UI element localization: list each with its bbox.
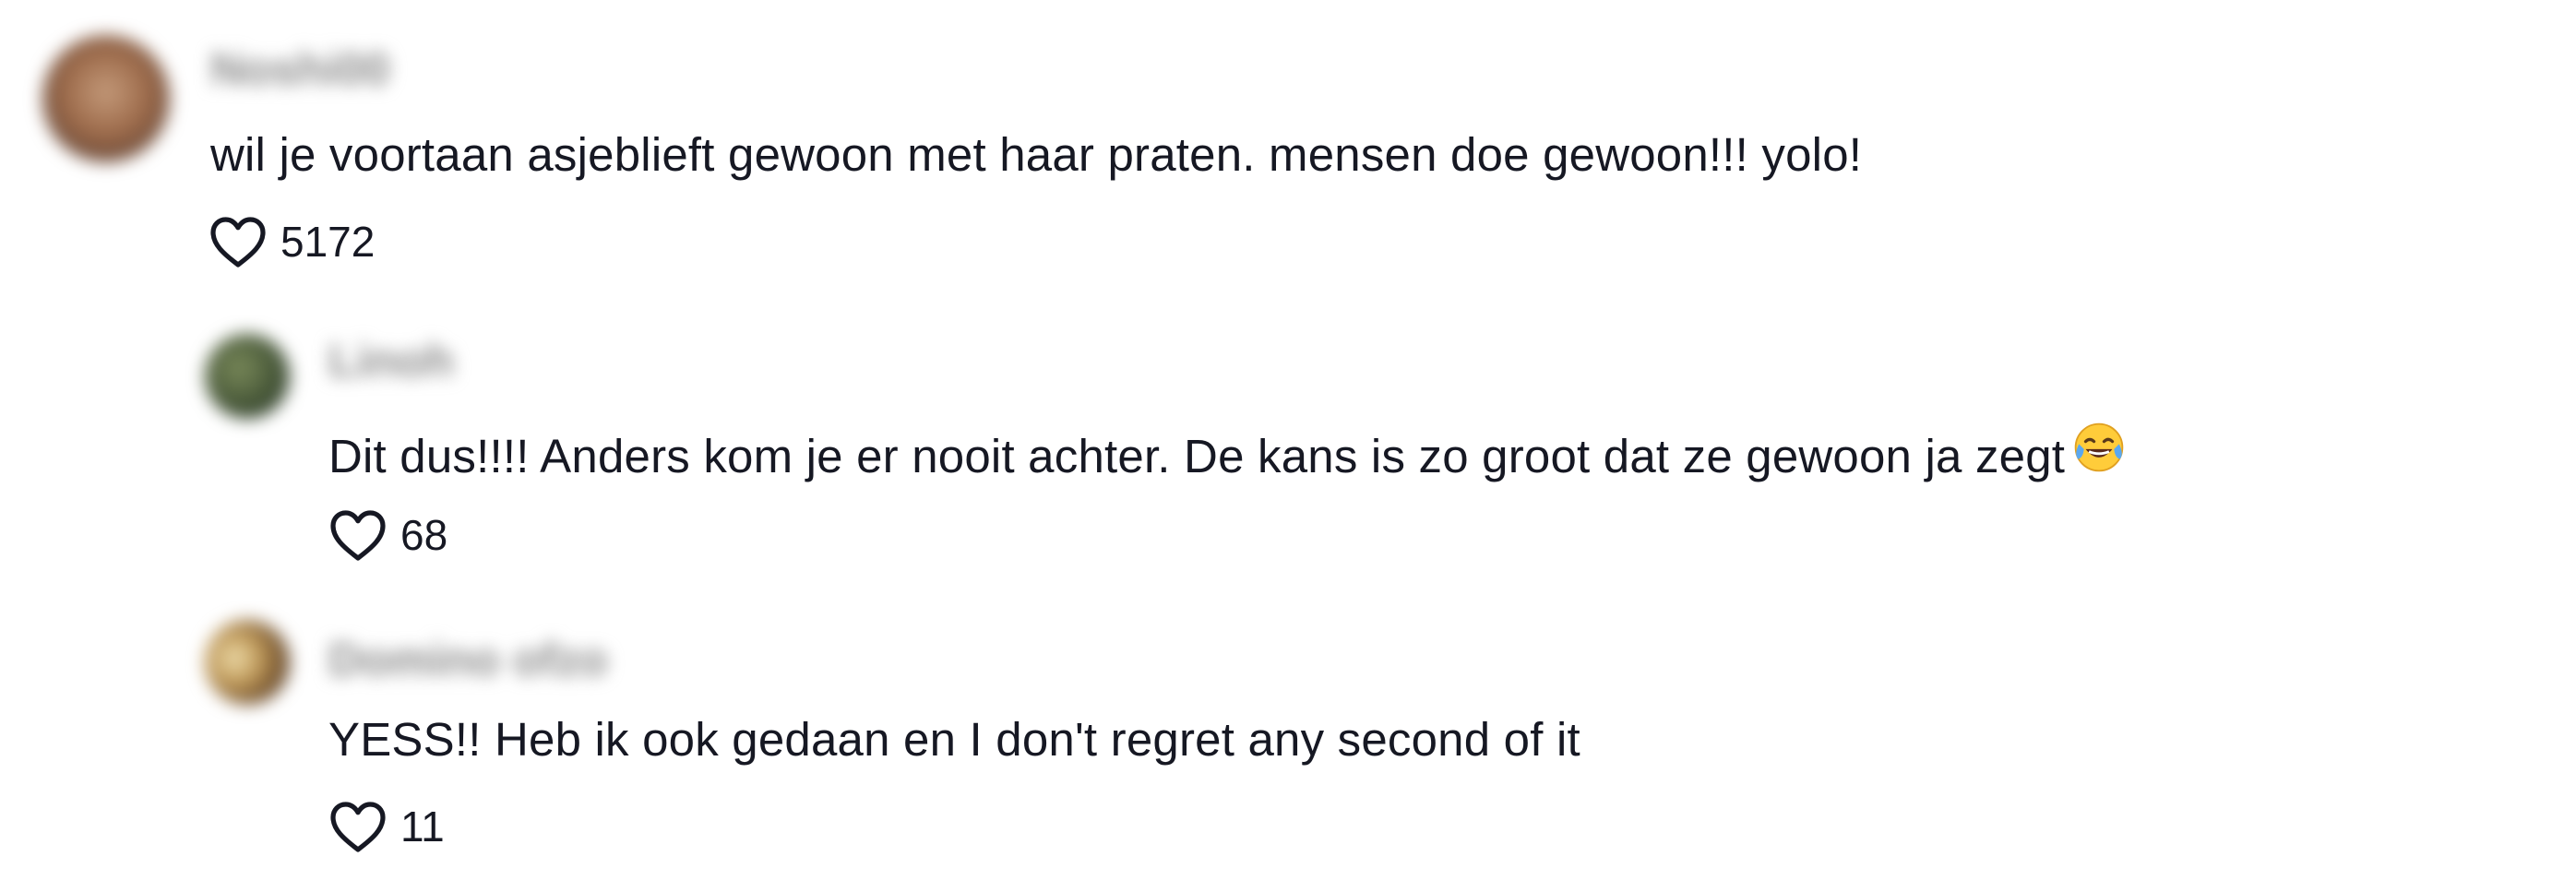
- avatar[interactable]: [205, 334, 290, 419]
- reply-username[interactable]: Domino ofzo: [328, 633, 608, 686]
- avatar[interactable]: [42, 35, 170, 162]
- comment-username[interactable]: Noshi00: [210, 42, 390, 96]
- reply-text: Dit dus!!!! Anders kom je er nooit achte…: [328, 421, 2126, 485]
- reply-username[interactable]: Linoh: [328, 334, 454, 387]
- comment-text: wil je voortaan asjeblieft gewoon met ha…: [210, 128, 1863, 181]
- like-count: 68: [400, 511, 448, 559]
- reply-text-content: Dit dus!!!! Anders kom je er nooit achte…: [328, 430, 2066, 482]
- avatar[interactable]: [205, 620, 290, 705]
- like-count: 11: [400, 803, 445, 850]
- heart-outline-icon: [330, 802, 386, 852]
- heart-outline-icon: [330, 510, 386, 561]
- like-count: 5172: [280, 218, 376, 266]
- like-button[interactable]: 11: [328, 799, 445, 854]
- reply-text: YESS!! Heb ik ook gedaan en I don't regr…: [328, 713, 1580, 766]
- like-button[interactable]: 68: [328, 507, 447, 563]
- heart-outline-icon: [210, 217, 266, 268]
- tears-of-joy-emoji-icon: [2072, 421, 2126, 485]
- like-button[interactable]: 5172: [209, 214, 375, 269]
